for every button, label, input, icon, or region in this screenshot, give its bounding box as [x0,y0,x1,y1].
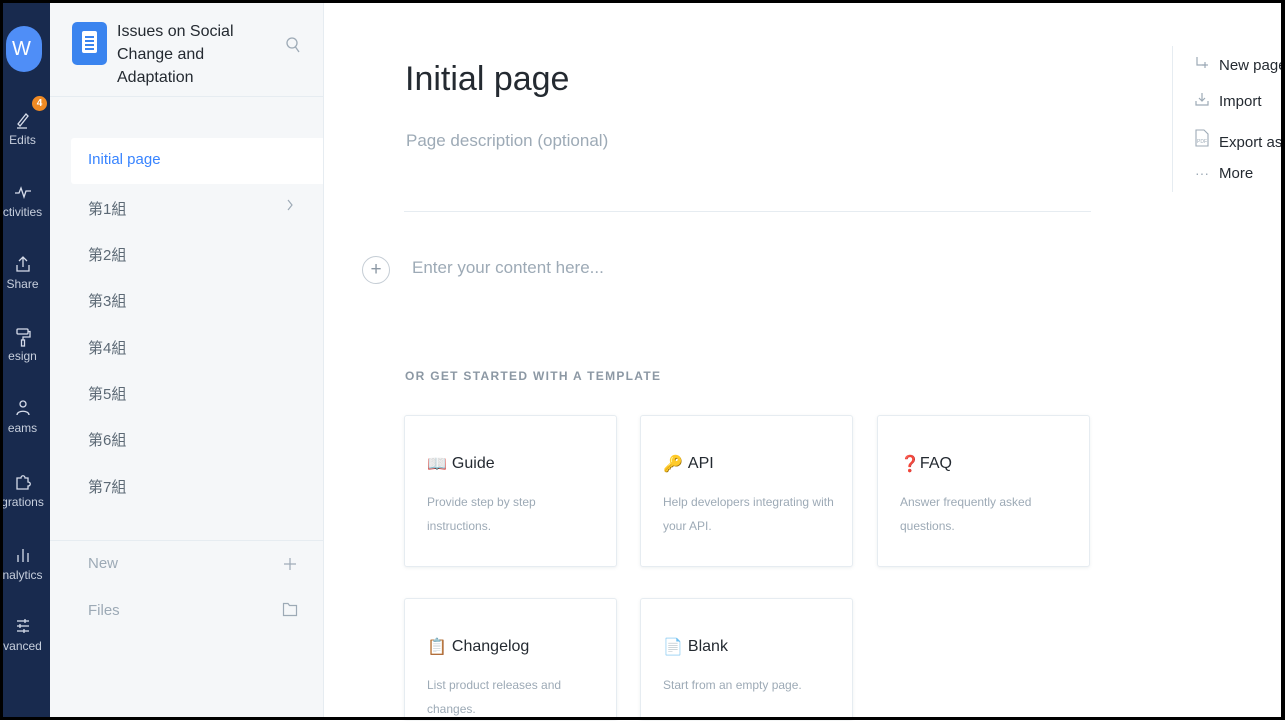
sidebar-item-group-6[interactable]: 第6組 [88,429,126,450]
title-divider [404,211,1091,212]
rail-label: ctivities [3,205,43,219]
rail-item-integrations[interactable]: grations [3,473,50,509]
puzzle-icon [3,473,50,495]
ellipsis-icon: ··· [1195,165,1209,181]
download-icon [1195,92,1215,109]
template-heading: OR GET STARTED WITH A TEMPLATE [405,369,662,383]
rail-label: Share [6,277,39,291]
plus-icon[interactable] [283,554,297,577]
add-block-button[interactable]: + [362,256,390,284]
chevron-right-icon[interactable] [286,198,294,216]
activity-icon [3,183,50,205]
template-description: Answer frequently asked questions. [900,495,1032,533]
sidebar-item-group-7[interactable]: 第7組 [88,476,126,497]
new-label[interactable]: New [88,555,118,572]
page-description-input[interactable]: Page description (optional) [406,131,608,151]
rail-label: esign [8,349,37,363]
sidebar-item-group-1[interactable]: 第1組 [88,198,126,219]
edits-count-badge: 4 [32,96,47,111]
rail-item-design[interactable]: esign [3,327,50,363]
new-page-button[interactable]: New page [1195,56,1285,74]
sliders-icon [3,617,50,639]
content-editor[interactable]: Enter your content here... [412,258,604,278]
pdf-icon: PDF [1195,129,1215,150]
template-description: Help developers integrating with your AP… [663,495,834,533]
page-icon: 📄 [663,639,683,656]
more-button[interactable]: ··· More [1195,165,1253,182]
rail-label: eams [7,421,38,435]
question-mark-icon: ❓ [900,456,920,473]
teams-icon [3,399,50,421]
template-card-faq[interactable]: ❓FAQ Answer frequently asked questions. [877,415,1090,567]
search-icon[interactable] [285,36,301,54]
template-card-blank[interactable]: 📄 Blank Start from an empty page. [640,598,853,720]
rail-item-share[interactable]: Share [3,255,50,291]
template-description: List product releases and changes. [427,678,562,716]
key-icon: 🔑 [663,456,683,473]
folder-icon[interactable] [282,600,298,623]
avatar[interactable]: W [6,26,42,72]
sidebar-item-group-2[interactable]: 第2組 [88,244,126,265]
template-description: Start from an empty page. [663,678,802,692]
template-title: 📄 Blank [663,638,728,656]
edit-icon [3,111,50,133]
template-title: 🔑 API [663,455,714,473]
sidebar-item-initial-page[interactable]: Initial page [88,151,161,168]
sidebar-divider [50,540,323,541]
template-card-api[interactable]: 🔑 API Help developers integrating with yo… [640,415,853,567]
sidebar-divider [50,96,323,97]
page-title[interactable]: Initial page [405,60,569,99]
template-card-guide[interactable]: 📖 Guide Provide step by step instructions… [404,415,617,567]
paint-roller-icon [3,327,50,349]
sidebar-item-group-3[interactable]: 第3組 [88,290,126,311]
svg-text:PDF: PDF [1197,139,1207,145]
share-icon [3,255,50,277]
rail-label: nalytics [3,568,43,582]
template-card-changelog[interactable]: 📋 Changelog List product releases and cha… [404,598,617,720]
space-logo-icon[interactable] [72,22,107,65]
clipboard-icon: 📋 [427,639,447,656]
rail-item-edits[interactable]: Edits [3,111,50,147]
page-actions: New page Import PDF Export as P ···More [1172,46,1285,192]
sidebar-item-group-4[interactable]: 第4組 [88,337,126,358]
rail-item-advanced[interactable]: vanced [3,617,50,653]
rail-label: grations [3,495,44,509]
rail-item-teams[interactable]: eams [3,399,50,435]
rail-label: vanced [3,639,42,653]
template-description: Provide step by step instructions. [427,495,536,533]
export-pdf-button[interactable]: PDF Export as P [1195,129,1285,151]
template-title: 📖 Guide [427,455,495,473]
sidebar-item-group-5[interactable]: 第5組 [88,383,126,404]
template-title: ❓FAQ [900,455,952,473]
import-button[interactable]: Import [1195,92,1262,110]
analytics-icon [3,546,50,568]
rail-label: Edits [9,133,36,147]
book-icon: 📖 [427,456,447,473]
subpage-icon [1195,56,1215,73]
files-label[interactable]: Files [88,602,120,619]
sidebar: Issues on Social Change and Adaptation I… [50,3,324,717]
space-title[interactable]: Issues on Social Change and Adaptation [117,20,282,89]
rail-item-analytics[interactable]: nalytics [3,546,50,582]
rail-item-activities[interactable]: ctivities [3,183,50,219]
template-title: 📋 Changelog [427,638,530,656]
